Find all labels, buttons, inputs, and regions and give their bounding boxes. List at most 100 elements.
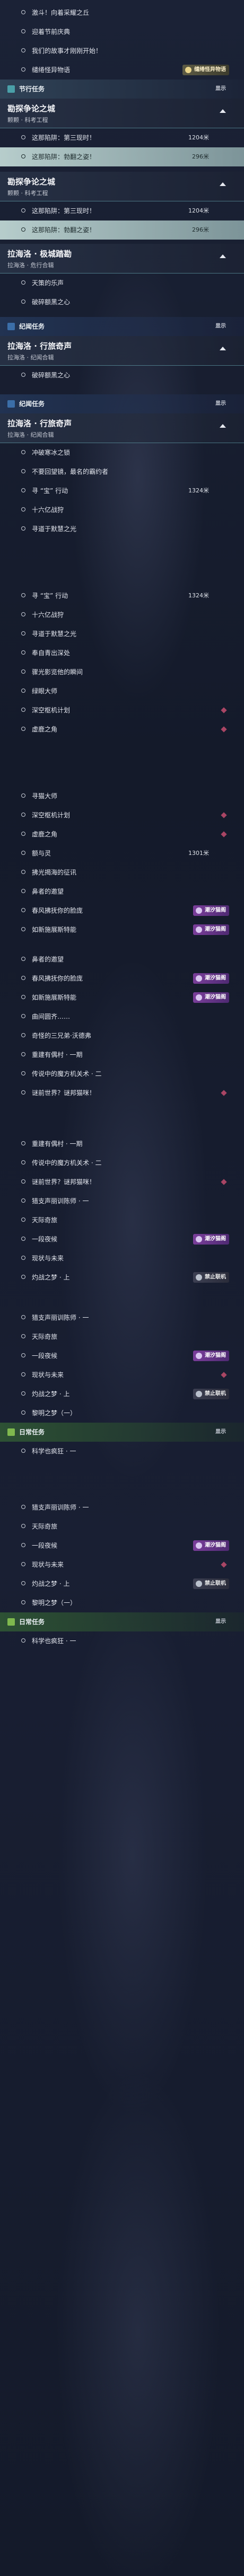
quest-label: 灼战之梦 · 上 xyxy=(32,1580,70,1587)
quest-group[interactable]: 拉海洛 · 行旅奇声 拉海洛 · 纪闻合辑 xyxy=(0,413,244,443)
section-title: 纪闻任务 xyxy=(19,323,45,330)
quest-item[interactable]: 春风拂抚你的脸庞 潮汐猫阁 xyxy=(0,969,244,988)
quest-item[interactable]: 现状与未来 xyxy=(0,1555,244,1574)
quest-item[interactable]: 奇怪的三兄弟·沃德弗 xyxy=(0,1026,244,1045)
quest-item[interactable]: 虚鹿之角 xyxy=(0,825,244,844)
quest-item[interactable]: 灼战之梦 · 上 禁止联机 xyxy=(0,1268,244,1287)
quest-item[interactable]: 十六亿战狩 xyxy=(0,605,244,624)
quest-item[interactable]: 现状与未来 xyxy=(0,1365,244,1384)
quest-item[interactable]: 春风拂抚你的脸庞 潮汐猫阁 xyxy=(0,901,244,920)
quest-item[interactable]: 这那陷阱：勃翻之姿！ 296米 xyxy=(0,147,244,166)
group-title: 拉海洛 · 行旅奇声 xyxy=(7,341,72,351)
quest-label: 天际奇旅 xyxy=(32,1333,58,1340)
quest-item[interactable]: 黎明之梦（一） xyxy=(0,1593,244,1612)
quest-group[interactable]: 勘探争论之城 颗颗 · 科考工程 xyxy=(0,172,244,201)
quest-item[interactable]: 这那陷阱：第三现时！ 1204米 xyxy=(0,201,244,220)
quest-item[interactable]: 冲破寒冰之锁 xyxy=(0,443,244,462)
marker-diamond-icon xyxy=(221,1562,227,1568)
quest-item[interactable]: 这那陷阱：第三现时！ 1204米 xyxy=(0,128,244,147)
quest-item[interactable]: 寻 “宝” 行动 1324米 xyxy=(0,586,244,605)
quest-label: 这那陷阱：第三现时！ xyxy=(32,207,96,215)
quest-item[interactable]: 破碎额黑之心 xyxy=(0,366,244,385)
section-header-main[interactable]: 节行任务 显示 xyxy=(0,80,244,99)
quest-item[interactable]: 骤光影览他的瞬间 xyxy=(0,663,244,682)
quest-label: 春风拂抚你的脸庞 xyxy=(32,907,83,914)
quest-label: 奉自青出深处 xyxy=(32,649,71,657)
quest-item[interactable]: 猎支声丽训陈师 · 一 xyxy=(0,1192,244,1211)
quest-item[interactable]: 不要回望镜，最名的霸约者 xyxy=(0,462,244,481)
quest-item[interactable]: 深空枢机计划 xyxy=(0,806,244,825)
quest-item[interactable]: 如新施展斯特能 潮汐猫阁 xyxy=(0,920,244,939)
quest-item[interactable]: 缱绻怪异物语 缱绻怪异物语 xyxy=(0,60,244,80)
section-header-side[interactable]: 纪闻任务 显示 xyxy=(0,317,244,336)
collapse-caret-icon[interactable] xyxy=(220,424,226,428)
section-header-daily[interactable]: 日常任务 显示 xyxy=(0,1612,244,1631)
quest-item[interactable]: 天际奇旅 xyxy=(0,1211,244,1230)
quest-item[interactable]: 猎支声丽训陈师 · 一 xyxy=(0,1308,244,1327)
quest-item[interactable]: 传说中的魔方机关术 · 二 xyxy=(0,1153,244,1172)
collapse-caret-icon[interactable] xyxy=(220,254,226,258)
section-header-side[interactable]: 纪闻任务 显示 xyxy=(0,394,244,413)
quest-badge: 缱绻怪异物语 xyxy=(182,65,229,75)
quest-item[interactable]: 寻 “宝” 行动 1324米 xyxy=(0,481,244,500)
collapse-caret-icon[interactable] xyxy=(220,109,226,113)
quest-label: 猎支声丽训陈师 · 一 xyxy=(32,1197,89,1205)
toggle-label: 显示 xyxy=(215,323,226,329)
quest-item[interactable]: 天际奇旅 xyxy=(0,1517,244,1536)
section-header-daily[interactable]: 日常任务 显示 xyxy=(0,1423,244,1442)
quest-item[interactable]: 鼻者的邀望 xyxy=(0,882,244,901)
quest-item[interactable]: 猎支声丽训陈师 · 一 xyxy=(0,1498,244,1517)
quest-item[interactable]: 寻道于默慧之光 xyxy=(0,624,244,643)
quest-item[interactable]: 鼻者的邀望 xyxy=(0,950,244,969)
toggle-label: 显示 xyxy=(215,401,226,407)
quest-item[interactable]: 拂光揭海的征讯 xyxy=(0,863,244,882)
quest-item[interactable]: 现状与未来 xyxy=(0,1249,244,1268)
quest-item[interactable]: 曲间圆齐…… xyxy=(0,1007,244,1026)
quest-item[interactable]: 灼战之梦 · 上 禁止联机 xyxy=(0,1384,244,1404)
quest-item[interactable]: 额与灵 1301米 xyxy=(0,844,244,863)
quest-item[interactable]: 激斗！向着采耀之丘 xyxy=(0,3,244,22)
quest-item[interactable]: 如新施展斯特能 潮汐猫阁 xyxy=(0,988,244,1007)
quest-item[interactable]: 天策的乐声 xyxy=(0,274,244,293)
collapse-caret-icon[interactable] xyxy=(220,182,226,186)
quest-item[interactable]: 虚鹿之角 xyxy=(0,720,244,739)
quest-badge: 潮汐猫阁 xyxy=(193,1351,229,1361)
quest-item[interactable]: 传说中的魔方机关术 · 二 xyxy=(0,1064,244,1083)
collapse-caret-icon[interactable] xyxy=(220,347,226,350)
section-title: 日常任务 xyxy=(19,1618,45,1626)
quest-label: 灼战之梦 · 上 xyxy=(32,1390,70,1398)
quest-item[interactable]: 谜前世界？谜邦猫咪！ xyxy=(0,1083,244,1102)
toggle-label: 显示 xyxy=(215,1619,226,1625)
quest-item[interactable]: 破碎额黑之心 xyxy=(0,293,244,312)
quest-item[interactable]: 黎明之梦（一） xyxy=(0,1404,244,1423)
quest-item[interactable]: 我们的故事才刚刚开始！ xyxy=(0,41,244,60)
quest-group[interactable]: 拉海洛 · 极城踏勘 拉海洛 · 危行合辑 xyxy=(0,244,244,274)
quest-item[interactable]: 重建有偶村 · 一期 xyxy=(0,1045,244,1064)
quest-item[interactable]: 绿眼大师 xyxy=(0,682,244,701)
quest-item[interactable]: 十六亿战狩 xyxy=(0,500,244,519)
quest-item[interactable]: 寻猫大师 xyxy=(0,787,244,806)
quest-group[interactable]: 勘探争论之城 颗颗 · 科考工程 xyxy=(0,99,244,128)
quest-badge: 潮汐猫阁 xyxy=(193,905,229,916)
quest-item[interactable]: 奉自青出深处 xyxy=(0,643,244,663)
quest-type-icon xyxy=(7,400,15,408)
quest-item[interactable]: 天际奇旅 xyxy=(0,1327,244,1346)
quest-item[interactable]: 谜前世界？谜邦猫咪！ xyxy=(0,1172,244,1192)
quest-type-icon xyxy=(7,1428,15,1436)
quest-item[interactable]: 重建有偶村 · 一期 xyxy=(0,1134,244,1153)
quest-item[interactable]: 一段夜候 潮汐猫阁 xyxy=(0,1346,244,1365)
quest-item[interactable]: 深空枢机计划 xyxy=(0,701,244,720)
quest-item[interactable]: 一段夜候 潮汐猫阁 xyxy=(0,1536,244,1555)
quest-item[interactable]: 灼战之梦 · 上 禁止联机 xyxy=(0,1574,244,1593)
quest-item[interactable]: 一段夜候 潮汐猫阁 xyxy=(0,1230,244,1249)
quest-item[interactable]: 迎着节前庆典 xyxy=(0,22,244,41)
quest-item[interactable]: 这那陷阱：勃翻之姿！ 296米 xyxy=(0,220,244,240)
group-title: 拉海洛 · 行旅奇声 xyxy=(7,419,72,428)
quest-group[interactable]: 拉海洛 · 行旅奇声 拉海洛 · 纪闻合辑 xyxy=(0,336,244,366)
quest-label: 曲间圆齐…… xyxy=(32,1013,71,1020)
quest-item[interactable]: 科学也疯狂 · 一 xyxy=(0,1442,244,1461)
quest-badge: 潮汐猫阁 xyxy=(193,1540,229,1551)
quest-item[interactable]: 寻道于默慧之光 xyxy=(0,519,244,539)
quest-item[interactable]: 科学也疯狂 · 一 xyxy=(0,1631,244,1651)
